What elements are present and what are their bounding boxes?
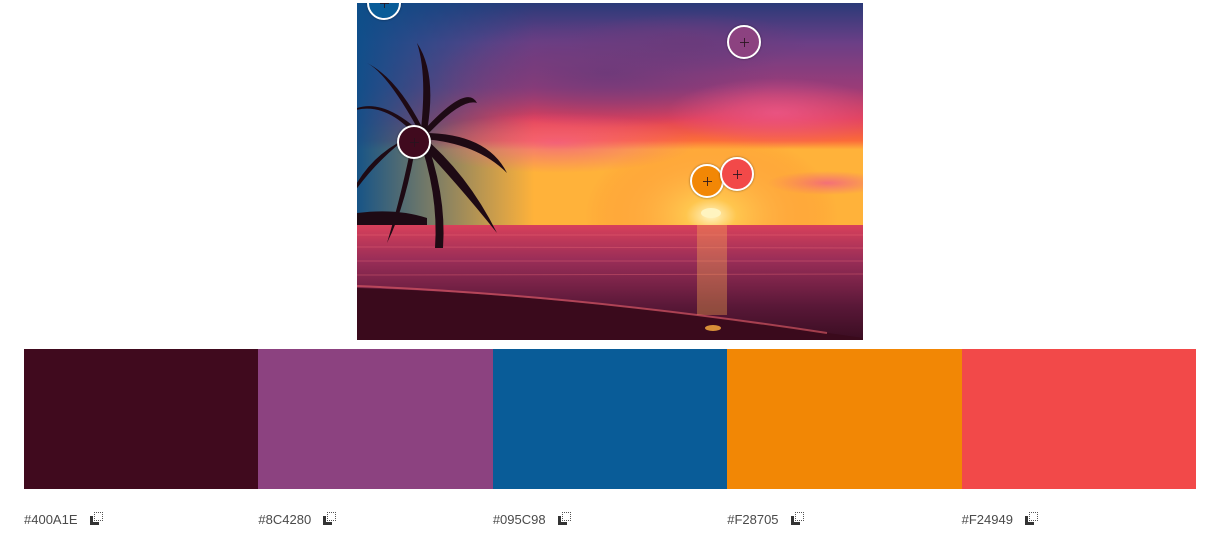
swatch-8C4280[interactable] [258, 349, 493, 489]
swatch-label: #400A1E [24, 509, 258, 529]
copy-icon[interactable] [557, 511, 573, 527]
color-extractor: #400A1E #8C4280 #095C98 #F28705 #F24949 [0, 0, 1212, 546]
hex-code: #400A1E [24, 511, 78, 527]
color-picker-target[interactable] [727, 25, 761, 59]
color-picker-target[interactable] [690, 164, 724, 198]
swatch-F24949[interactable] [961, 349, 1197, 489]
source-photo[interactable] [357, 3, 863, 340]
crosshair-icon [703, 177, 712, 186]
swatch-label: #095C98 [493, 509, 727, 529]
swatch-400A1E[interactable] [24, 349, 259, 489]
hex-code: #095C98 [492, 511, 546, 527]
copy-icon[interactable] [89, 511, 105, 527]
sunset-palm-beach-photo [357, 3, 863, 340]
swatch-095C98[interactable] [492, 349, 728, 489]
crosshair-icon [740, 38, 749, 47]
swatch-F28705[interactable] [727, 349, 962, 489]
hex-code: #F28705 [727, 511, 779, 527]
palette-swatches [24, 349, 1197, 489]
palette-labels: #400A1E #8C4280 #095C98 #F28705 #F24949 [24, 509, 1196, 529]
hex-code: #F24949 [961, 511, 1013, 527]
crosshair-icon [380, 3, 389, 8]
color-picker-target[interactable] [720, 157, 754, 191]
copy-icon[interactable] [790, 511, 806, 527]
swatch-label: #8C4280 [258, 509, 492, 529]
swatch-label: #F28705 [727, 509, 961, 529]
crosshair-icon [733, 170, 742, 179]
color-picker-target[interactable] [397, 125, 431, 159]
swatch-label: #F24949 [962, 509, 1196, 529]
copy-icon[interactable] [322, 511, 338, 527]
crosshair-icon [410, 138, 419, 147]
copy-icon[interactable] [1024, 511, 1040, 527]
hex-code: #8C4280 [258, 511, 312, 527]
